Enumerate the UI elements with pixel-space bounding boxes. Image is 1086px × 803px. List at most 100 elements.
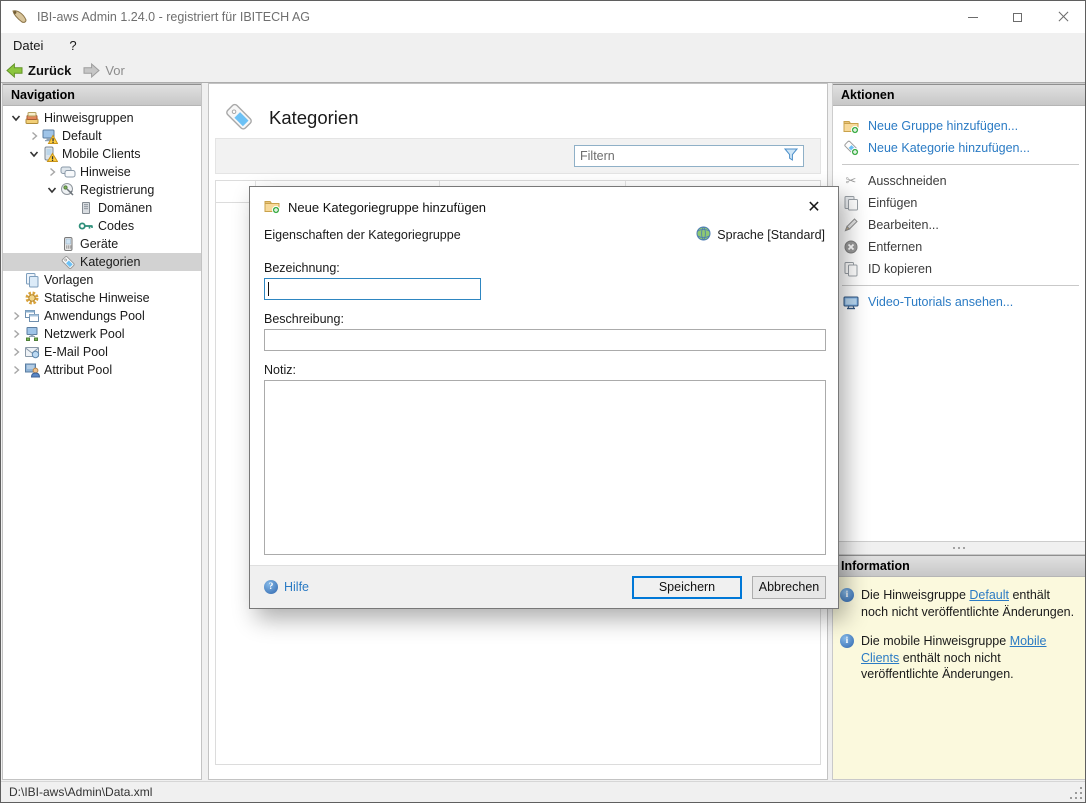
language-selector[interactable]: Sprache [Standard] xyxy=(696,226,825,244)
beschreibung-label: Beschreibung: xyxy=(264,312,344,326)
tree-item-default[interactable]: Default xyxy=(3,127,201,145)
actions-separator xyxy=(842,285,1079,286)
beschreibung-input[interactable] xyxy=(264,329,826,351)
chevron-down-icon[interactable] xyxy=(44,182,60,198)
paste-icon xyxy=(843,195,859,211)
chevron-down-icon[interactable] xyxy=(8,110,24,126)
copy-icon xyxy=(843,261,859,277)
app-window: IBI-aws Admin 1.24.0 - registriert für I… xyxy=(0,0,1086,803)
tree-item-hinweisgruppen[interactable]: Hinweisgruppen xyxy=(3,109,201,127)
notiz-textarea[interactable] xyxy=(264,380,826,555)
action-neue-gruppe[interactable]: Neue Gruppe hinzufügen... xyxy=(833,115,1085,137)
tv-icon xyxy=(843,294,859,310)
info-icon: i xyxy=(840,588,854,602)
action-id-kopieren[interactable]: ID kopieren xyxy=(833,258,1085,280)
filter-input[interactable] xyxy=(580,149,784,163)
bezeichnung-label: Bezeichnung: xyxy=(264,261,340,275)
actions-panel: Aktionen Neue Gruppe hinzufügen... Neue … xyxy=(832,83,1086,542)
action-bearbeiten[interactable]: Bearbeiten... xyxy=(833,214,1085,236)
forward-button[interactable]: Vor xyxy=(83,63,125,78)
tree-item-email-pool[interactable]: E-Mail Pool xyxy=(3,343,201,361)
minimize-button[interactable] xyxy=(950,1,995,33)
notiz-label: Notiz: xyxy=(264,363,296,377)
network-pool-icon xyxy=(24,326,42,342)
chevron-right-icon[interactable] xyxy=(8,326,24,342)
tree-item-statische-hinweise[interactable]: Statische Hinweise xyxy=(3,289,201,307)
window-title: IBI-aws Admin 1.24.0 - registriert für I… xyxy=(37,10,310,24)
app-logo-icon xyxy=(11,8,29,26)
email-pool-icon xyxy=(24,344,42,360)
cancel-button[interactable]: Abbrechen xyxy=(752,576,826,599)
panel-splitter[interactable] xyxy=(832,542,1086,554)
page-title: Kategorien xyxy=(269,107,358,129)
filter-funnel-icon[interactable] xyxy=(784,148,798,164)
folder-add-icon xyxy=(264,198,280,217)
menu-item-help[interactable]: ? xyxy=(69,38,76,53)
scissors-icon: ✂ xyxy=(843,173,859,189)
tree-item-attribut-pool[interactable]: Attribut Pool xyxy=(3,361,201,379)
action-entfernen[interactable]: Entfernen xyxy=(833,236,1085,258)
save-button[interactable]: Speichern xyxy=(632,576,742,599)
tree-item-kategorien[interactable]: Kategorien xyxy=(3,253,201,271)
tag-icon xyxy=(60,254,78,270)
info-message-mobile-clients: i Die mobile Hinweisgruppe Mobile Client… xyxy=(840,633,1079,683)
new-category-group-dialog: Neue Kategoriegruppe hinzufügen ✕ Eigens… xyxy=(249,186,839,609)
info-icon: i xyxy=(840,634,854,648)
tree-item-netzwerk-pool[interactable]: Netzwerk Pool xyxy=(3,325,201,343)
tree-item-anwendungs-pool[interactable]: Anwendungs Pool xyxy=(3,307,201,325)
nav-toolbar: Zurück Vor xyxy=(1,58,1085,83)
gear-icon xyxy=(24,290,42,306)
bezeichnung-input[interactable] xyxy=(264,278,481,300)
navigation-tree: Hinweisgruppen Default Mobile Clients Hi… xyxy=(3,106,201,379)
chevron-right-icon[interactable] xyxy=(44,164,60,180)
chevron-down-icon[interactable] xyxy=(26,146,42,162)
action-einfuegen[interactable]: Einfügen xyxy=(833,192,1085,214)
globe-icon xyxy=(696,226,711,244)
help-link[interactable]: ? Hilfe xyxy=(264,580,309,594)
dialog-title: Neue Kategoriegruppe hinzufügen xyxy=(288,200,486,215)
title-bar: IBI-aws Admin 1.24.0 - registriert für I… xyxy=(1,1,1085,33)
text-caret xyxy=(268,282,269,296)
dialog-section-label: Eigenschaften der Kategoriegruppe xyxy=(264,228,461,242)
link-default-group[interactable]: Default xyxy=(969,588,1009,602)
data-file-path: D:\IBI-aws\Admin\Data.xml xyxy=(9,785,152,799)
chevron-right-icon[interactable] xyxy=(26,128,42,144)
chevron-right-icon[interactable] xyxy=(8,362,24,378)
information-panel: Information i Die Hinweisgruppe Default … xyxy=(832,554,1086,780)
notice-groups-icon xyxy=(24,110,42,126)
resize-grip[interactable] xyxy=(1069,786,1082,799)
domain-server-icon xyxy=(78,200,96,216)
minimize-icon xyxy=(968,17,978,18)
maximize-icon xyxy=(1013,13,1022,22)
dialog-close-button[interactable]: ✕ xyxy=(802,195,826,219)
maximize-button[interactable] xyxy=(995,1,1040,33)
navigation-panel: Navigation Hinweisgruppen Default Mobile… xyxy=(2,83,202,780)
tree-item-codes[interactable]: Codes xyxy=(3,217,201,235)
monitor-warning-icon xyxy=(42,128,60,144)
action-ausschneiden[interactable]: ✂ Ausschneiden xyxy=(833,170,1085,192)
tree-item-vorlagen[interactable]: Vorlagen xyxy=(3,271,201,289)
tree-item-mobile-clients[interactable]: Mobile Clients xyxy=(3,145,201,163)
splitter-grip-icon xyxy=(953,547,955,549)
tree-item-registrierung[interactable]: Registrierung xyxy=(3,181,201,199)
help-icon: ? xyxy=(264,580,278,594)
close-button[interactable] xyxy=(1040,1,1085,33)
actions-separator xyxy=(842,164,1079,165)
actions-panel-header: Aktionen xyxy=(833,84,1085,106)
attribute-pool-icon xyxy=(24,362,42,378)
tree-item-geraete[interactable]: Geräte xyxy=(3,235,201,253)
tree-item-domaenen[interactable]: Domänen xyxy=(3,199,201,217)
kategorien-tag-icon xyxy=(223,100,255,135)
back-arrow-icon xyxy=(6,63,23,78)
menu-item-datei[interactable]: Datei xyxy=(13,38,43,53)
chevron-right-icon[interactable] xyxy=(8,344,24,360)
action-video-tutorials[interactable]: Video-Tutorials ansehen... xyxy=(833,291,1085,313)
speech-bubbles-icon xyxy=(60,164,78,180)
back-button[interactable]: Zurück xyxy=(6,63,71,78)
action-neue-kategorie[interactable]: Neue Kategorie hinzufügen... xyxy=(833,137,1085,159)
tag-add-icon xyxy=(843,140,859,156)
tree-item-hinweise[interactable]: Hinweise xyxy=(3,163,201,181)
remove-icon xyxy=(843,239,859,255)
templates-icon xyxy=(24,272,42,288)
chevron-right-icon[interactable] xyxy=(8,308,24,324)
